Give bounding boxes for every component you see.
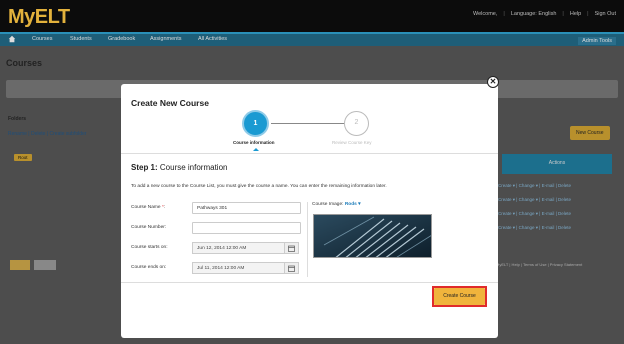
column-divider [307,202,308,277]
ends-date-field[interactable]: Jul 11, 2014 12:00 AM [192,262,299,274]
footer-logos [10,260,56,270]
home-icon[interactable] [8,35,16,43]
help-link[interactable]: Help [570,11,581,17]
main-nav: Courses Students Gradebook Assignments A… [0,32,624,46]
footer-divider [121,282,498,283]
row-actions: Create ▾ | Change ▾ | E-mail | Delete [498,225,572,230]
row-actions: Create ▾ | Change ▾ | E-mail | Delete [498,183,572,188]
language-selector[interactable]: Language: English [511,11,557,17]
page-title: Courses [6,58,43,68]
row-actions: Create ▾ | Change ▾ | E-mail | Delete [498,211,572,216]
step-1-indicator: 1 [242,110,269,137]
course-name-label: Course Name *: [131,205,166,210]
new-course-button: New Course [570,126,610,140]
course-name-input[interactable]: Pathways 301 [192,202,301,214]
starts-date-field[interactable]: Jun 12, 2014 12:00 AM [192,242,299,254]
step-2-label: Review Course Key [332,140,372,145]
logo: MyELT [8,6,70,28]
course-image-label: Course Image: Rods ▾ [312,202,361,207]
close-icon[interactable]: ✕ [487,76,499,88]
course-number-input[interactable] [192,222,301,234]
nav-courses[interactable]: Courses [32,36,52,42]
image-selector[interactable]: Rods ▾ [345,202,361,207]
starts-date-value: Jun 12, 2014 12:00 AM [197,246,247,251]
nav-all-activities[interactable]: All Activities [198,36,227,42]
create-course-button[interactable]: Create Course [434,288,485,305]
create-course-modal: Create New Course 1 2 Course information… [121,84,498,338]
ends-label: Course ends on: [131,265,167,270]
modal-title: Create New Course [131,98,209,108]
divider [121,153,498,154]
nav-assignments[interactable]: Assignments [150,36,182,42]
top-links: Welcome, | Language: English | Help | Si… [473,11,616,17]
step-heading: Step 1: Course information [131,163,228,172]
calendar-icon[interactable] [284,243,298,253]
folders-heading: Folders [8,116,27,122]
sign-out-link[interactable]: Sign Out [595,11,616,17]
active-step-caret [253,148,259,151]
row-actions: Create ▾ | Change ▾ | E-mail | Delete [498,197,572,202]
step-2-indicator: 2 [344,111,369,136]
folder-links: Rename | Delete | Create subfolder [8,131,87,137]
rods-image [314,215,431,257]
starts-label: Course starts on: [131,245,168,250]
welcome-text: Welcome, [473,11,498,17]
top-bar: MyELT Welcome, | Language: English | Hel… [0,0,624,32]
actions-header: Actions [502,154,612,174]
admin-tools-button[interactable]: Admin Tools [578,37,616,45]
ends-date-value: Jul 11, 2014 12:00 AM [197,266,245,271]
stepper-line [271,123,351,124]
footer-links: MyELT | Help | Terms of Use | Privacy St… [496,262,583,267]
step-1-label: Course information [233,140,275,145]
intro-text: To add a new course to the Course List, … [131,184,387,189]
calendar-icon[interactable] [284,263,298,273]
nav-students[interactable]: Students [70,36,92,42]
course-number-label: Course Number: [131,225,167,230]
nav-gradebook[interactable]: Gradebook [108,36,135,42]
course-image-thumbnail [313,214,432,258]
folder-root-badge: Root [14,154,32,161]
